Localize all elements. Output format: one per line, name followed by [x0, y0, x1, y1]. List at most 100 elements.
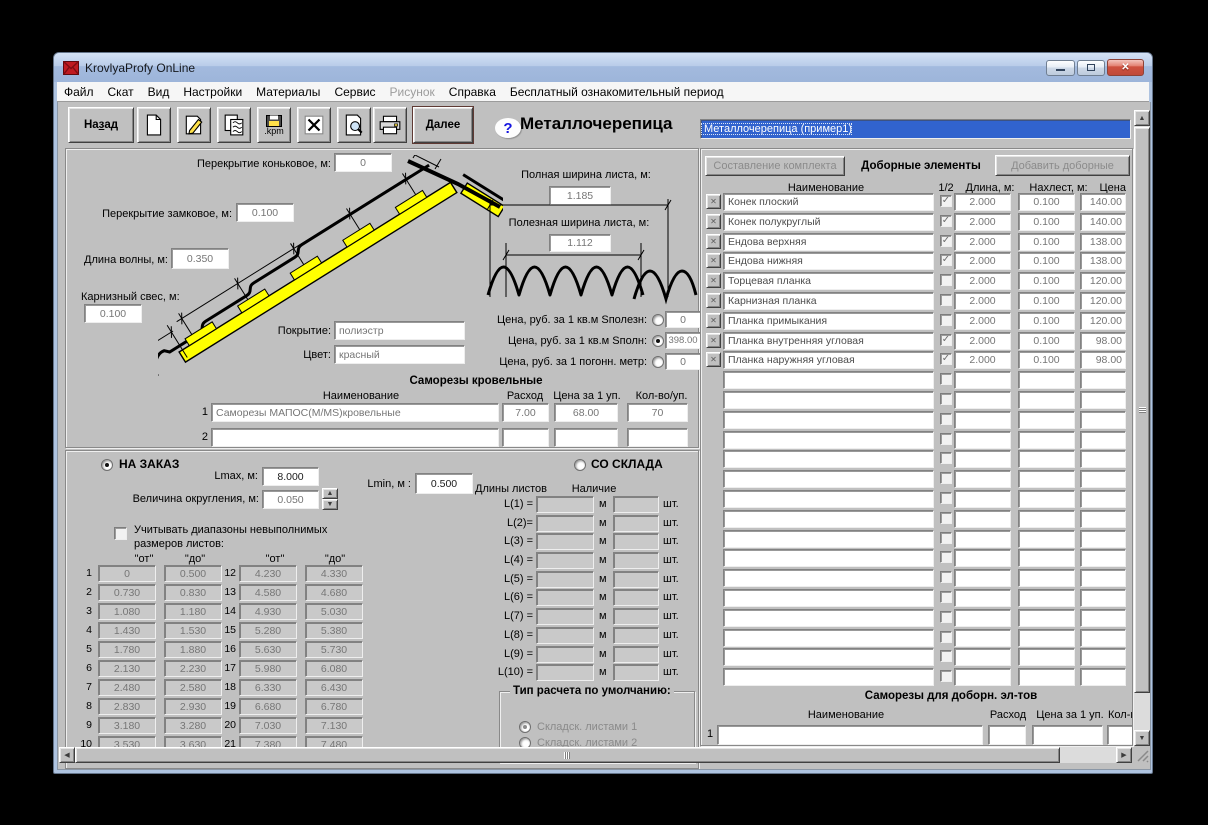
- price-field[interactable]: 138.00: [1080, 252, 1126, 270]
- element-name-field[interactable]: [723, 569, 934, 587]
- wave-length-field[interactable]: 0.350: [171, 248, 229, 269]
- overlap-field[interactable]: [1018, 569, 1075, 587]
- delete-row-button[interactable]: ✕: [706, 313, 721, 328]
- length-field[interactable]: [954, 450, 1011, 468]
- overlap-field[interactable]: [1018, 450, 1075, 468]
- lmax-field[interactable]: 8.000: [262, 467, 319, 486]
- price-field[interactable]: [1080, 371, 1126, 389]
- half-checkbox[interactable]: ✓: [940, 373, 952, 385]
- overlap-field[interactable]: 0.100: [1018, 332, 1075, 350]
- price-field[interactable]: 98.00: [1080, 332, 1126, 350]
- screws-row2-qty-field[interactable]: [627, 428, 688, 447]
- range-from-field-2[interactable]: 5.980: [239, 660, 297, 677]
- element-name-field[interactable]: Планка внутренняя угловая: [723, 332, 934, 350]
- horizontal-scroll-thumb[interactable]: [75, 747, 1060, 763]
- coating-field[interactable]: полиэстр: [334, 321, 465, 340]
- half-checkbox[interactable]: ✓: [940, 532, 952, 544]
- price-field[interactable]: 120.00: [1080, 312, 1126, 330]
- element-name-field[interactable]: [723, 490, 934, 508]
- half-checkbox[interactable]: ✓: [940, 433, 952, 445]
- price-useful-radio[interactable]: [652, 314, 664, 326]
- element-name-field[interactable]: [723, 589, 934, 607]
- back-button[interactable]: Назад: [68, 107, 134, 143]
- overlap-field[interactable]: 0.100: [1018, 312, 1075, 330]
- add-accessories-button[interactable]: Добавить доборные: [995, 155, 1130, 176]
- scroll-up-button[interactable]: ▲: [1134, 110, 1150, 126]
- menu-service[interactable]: Сервис: [327, 84, 382, 100]
- element-name-field[interactable]: Карнизная планка: [723, 292, 934, 310]
- half-checkbox[interactable]: ✓: [940, 650, 952, 662]
- length-field[interactable]: [954, 371, 1011, 389]
- range-to-field-2[interactable]: 5.730: [305, 641, 363, 658]
- menu-help[interactable]: Справка: [442, 84, 503, 100]
- length-field[interactable]: [954, 589, 1011, 607]
- price-field[interactable]: 120.00: [1080, 272, 1126, 290]
- price-field[interactable]: [1080, 609, 1126, 627]
- color-field[interactable]: красный: [334, 345, 465, 364]
- length-field[interactable]: [954, 648, 1011, 666]
- price-full-field[interactable]: 398.00: [665, 332, 701, 349]
- length-field[interactable]: 2.000: [954, 213, 1011, 231]
- element-name-field[interactable]: Конек полукруглый: [723, 213, 934, 231]
- menu-file[interactable]: Файл: [57, 84, 101, 100]
- range-from-field-1[interactable]: 1.080: [98, 603, 156, 620]
- range-from-field-2[interactable]: 4.230: [239, 565, 297, 582]
- minimize-button[interactable]: [1046, 60, 1075, 76]
- price-field[interactable]: [1080, 510, 1126, 528]
- length-field[interactable]: 2.000: [954, 272, 1011, 290]
- half-checkbox[interactable]: ✓: [940, 551, 952, 563]
- half-checkbox[interactable]: ✓: [940, 393, 952, 405]
- overlap-field[interactable]: [1018, 609, 1075, 627]
- delete-row-button[interactable]: ✕: [706, 214, 721, 229]
- element-name-field[interactable]: [723, 510, 934, 528]
- half-checkbox[interactable]: ✓: [940, 492, 952, 504]
- overlap-field[interactable]: [1018, 530, 1075, 548]
- overlap-field[interactable]: [1018, 648, 1075, 666]
- resize-grip[interactable]: [1134, 747, 1150, 763]
- overlap-field[interactable]: 0.100: [1018, 193, 1075, 211]
- sheets-list-button[interactable]: [217, 107, 251, 143]
- overlap-field[interactable]: 0.100: [1018, 292, 1075, 310]
- length-field[interactable]: 2.000: [954, 233, 1011, 251]
- price-field[interactable]: 120.00: [1080, 292, 1126, 310]
- price-full-radio[interactable]: [652, 335, 664, 347]
- delete-button[interactable]: [297, 107, 331, 143]
- screws-row1-name-field[interactable]: Саморезы МАПОС(M/MS)кровельные: [211, 403, 499, 422]
- element-name-field[interactable]: Ендова нижняя: [723, 252, 934, 270]
- element-name-field[interactable]: Конек плоский: [723, 193, 934, 211]
- length-field[interactable]: [954, 629, 1011, 647]
- element-name-field[interactable]: [723, 450, 934, 468]
- price-field[interactable]: [1080, 549, 1126, 567]
- element-name-field[interactable]: [723, 391, 934, 409]
- half-checkbox[interactable]: ✓: [940, 591, 952, 603]
- edit-button[interactable]: [177, 107, 211, 143]
- element-name-field[interactable]: Планка примыкания: [723, 312, 934, 330]
- price-linear-radio[interactable]: [652, 356, 664, 368]
- overlap-field[interactable]: [1018, 391, 1075, 409]
- half-checkbox[interactable]: ✓: [940, 512, 952, 524]
- half-checkbox[interactable]: ✓: [940, 334, 952, 346]
- half-checkbox[interactable]: ✓: [940, 631, 952, 643]
- screws-row1-price-field[interactable]: 68.00: [554, 403, 618, 422]
- price-field[interactable]: [1080, 450, 1126, 468]
- length-field[interactable]: [954, 490, 1011, 508]
- range-from-field-1[interactable]: 2.480: [98, 679, 156, 696]
- length-value-field[interactable]: [536, 496, 594, 513]
- price-field[interactable]: [1080, 589, 1126, 607]
- element-name-field[interactable]: [723, 629, 934, 647]
- half-checkbox[interactable]: ✓: [940, 314, 952, 326]
- range-to-field-2[interactable]: 6.430: [305, 679, 363, 696]
- length-field[interactable]: [954, 549, 1011, 567]
- menu-trial-period[interactable]: Бесплатный ознакомительный период: [503, 84, 731, 100]
- scroll-right-button[interactable]: ▶: [1116, 747, 1132, 763]
- use-ranges-checkbox[interactable]: [114, 527, 127, 540]
- range-to-field-2[interactable]: 7.130: [305, 717, 363, 734]
- print-button[interactable]: [373, 107, 407, 143]
- price-field[interactable]: [1080, 668, 1126, 686]
- acc-screws-rate-field[interactable]: [988, 725, 1026, 745]
- acc-screws-qty-field[interactable]: [1107, 725, 1133, 745]
- overlap-field[interactable]: [1018, 411, 1075, 429]
- length-value-field[interactable]: [536, 515, 594, 532]
- overlap-field[interactable]: [1018, 431, 1075, 449]
- half-checkbox[interactable]: ✓: [940, 195, 952, 207]
